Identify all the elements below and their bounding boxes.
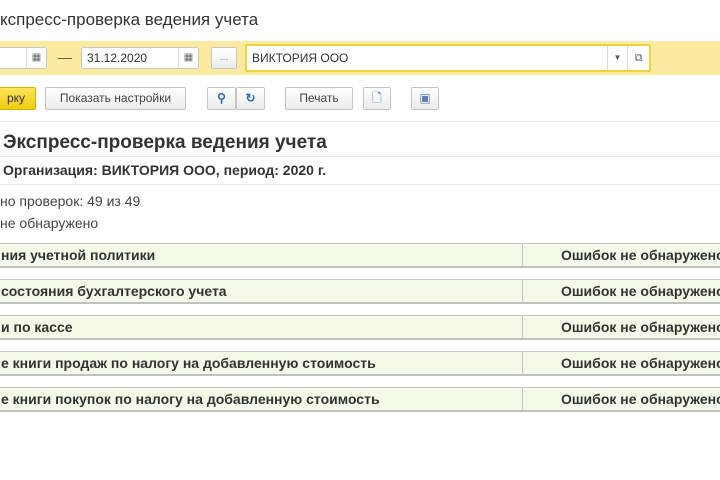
table-row[interactable]: ния учетной политики Ошибок не обнаружено [0,243,720,268]
calendar-icon[interactable]: ▦ [178,48,198,68]
organization-select[interactable]: ВИКТОРИЯ ООО ▼ ⧉ [245,44,651,72]
run-check-button[interactable]: рку [0,87,36,110]
filter-bar: ▦ — 31.12.2020 ▦ ... ВИКТОРИЯ ООО ▼ ⧉ [0,41,720,75]
search-next-icon[interactable]: ↻ [236,87,265,110]
table-row[interactable]: е книги продаж по налогу на добавленную … [0,351,720,376]
open-icon[interactable]: ⧉ [627,46,649,70]
save-icon[interactable]: ▣ [411,87,439,110]
calendar-icon[interactable]: ▦ [26,48,46,68]
checks-count: но проверок: 49 из 49 [0,193,141,209]
summary-text: не обнаружено [0,215,99,231]
print-button[interactable]: Печать [285,87,353,110]
table-row[interactable]: и по кассе Ошибок не обнаружено [0,315,720,340]
report-subtitle: Организация: ВИКТОРИЯ ООО, период: 2020 … [3,162,327,178]
date-separator: — [58,49,72,65]
table-row[interactable]: состояния бухгалтерского учета Ошибок не … [0,279,720,304]
date-to-input[interactable]: 31.12.2020 ▦ [81,47,199,69]
show-settings-button[interactable]: Показать настройки [45,87,186,110]
date-from-input[interactable]: ▦ [0,47,47,69]
select-period-button[interactable]: ... [211,47,237,69]
table-row[interactable]: е книги покупок по налогу на добавленную… [0,387,720,412]
window-title: кспресс-проверка ведения учета [0,10,259,29]
report-title: Экспресс-проверка ведения учета [3,132,327,153]
chevron-down-icon[interactable]: ▼ [607,46,627,70]
preview-icon[interactable]: 🗋 [363,87,391,110]
search-icon[interactable]: ⚲ [207,87,236,110]
